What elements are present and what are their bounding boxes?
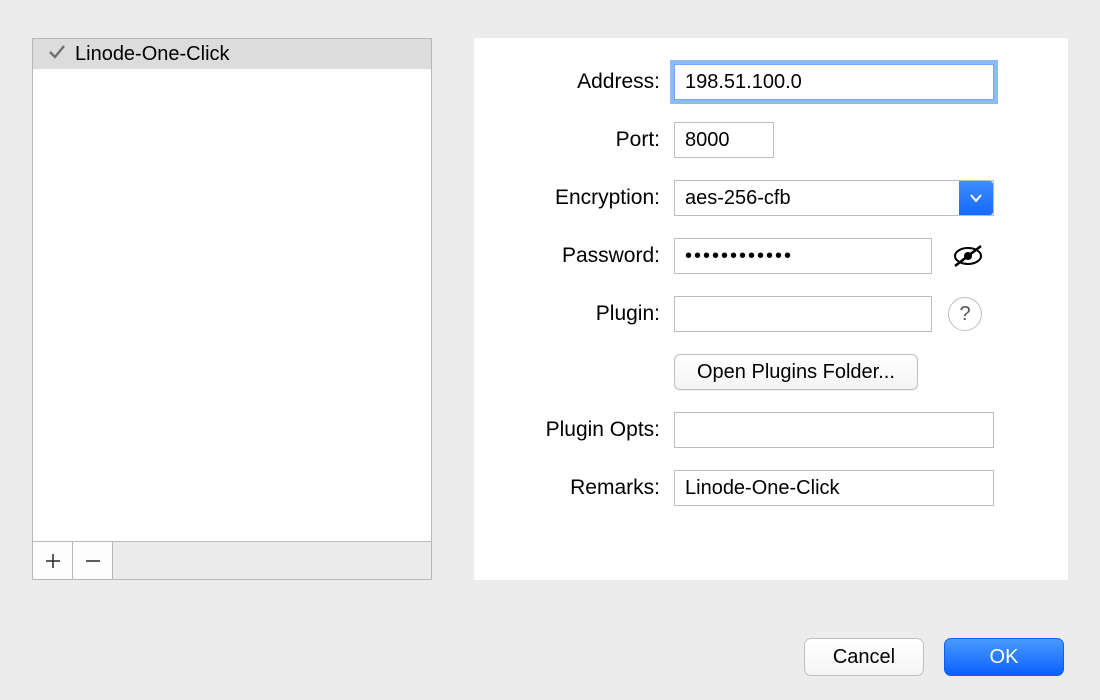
remarks-label: Remarks: [498, 476, 674, 500]
server-list-item[interactable]: Linode-One-Click [33, 39, 431, 69]
encryption-label: Encryption: [498, 186, 674, 210]
server-list-toolbar [32, 542, 432, 580]
server-list[interactable]: Linode-One-Click [32, 38, 432, 542]
ok-button[interactable]: OK [944, 638, 1064, 676]
encryption-select[interactable]: aes-256-cfb [674, 180, 994, 216]
server-list-panel: Linode-One-Click [32, 38, 432, 580]
server-list-item-label: Linode-One-Click [71, 43, 230, 66]
encryption-value: aes-256-cfb [685, 187, 791, 210]
minus-icon [85, 553, 101, 569]
eye-off-icon [951, 244, 985, 268]
open-plugins-folder-button[interactable]: Open Plugins Folder... [674, 354, 918, 390]
port-label: Port: [498, 128, 674, 152]
plugin-opts-input[interactable] [674, 412, 994, 448]
password-input[interactable] [674, 238, 932, 274]
dialog-footer: Cancel OK [804, 638, 1064, 676]
add-server-button[interactable] [33, 542, 73, 579]
question-mark-icon: ? [959, 303, 970, 326]
server-form: Address: Port: Encryption: aes-256-cfb [474, 38, 1068, 580]
remarks-input[interactable] [674, 470, 994, 506]
password-label: Password: [498, 244, 674, 268]
plugin-label: Plugin: [498, 302, 674, 326]
check-icon [43, 43, 71, 65]
port-input[interactable] [674, 122, 774, 158]
remove-server-button[interactable] [73, 542, 113, 579]
chevron-down-icon [959, 181, 993, 215]
plugin-input[interactable] [674, 296, 932, 332]
plugin-help-button[interactable]: ? [948, 297, 982, 331]
plus-icon [45, 553, 61, 569]
plugin-opts-label: Plugin Opts: [498, 418, 674, 442]
address-label: Address: [498, 70, 674, 94]
cancel-button[interactable]: Cancel [804, 638, 924, 676]
toggle-password-visibility-button[interactable] [948, 238, 988, 274]
address-input[interactable] [674, 64, 994, 100]
